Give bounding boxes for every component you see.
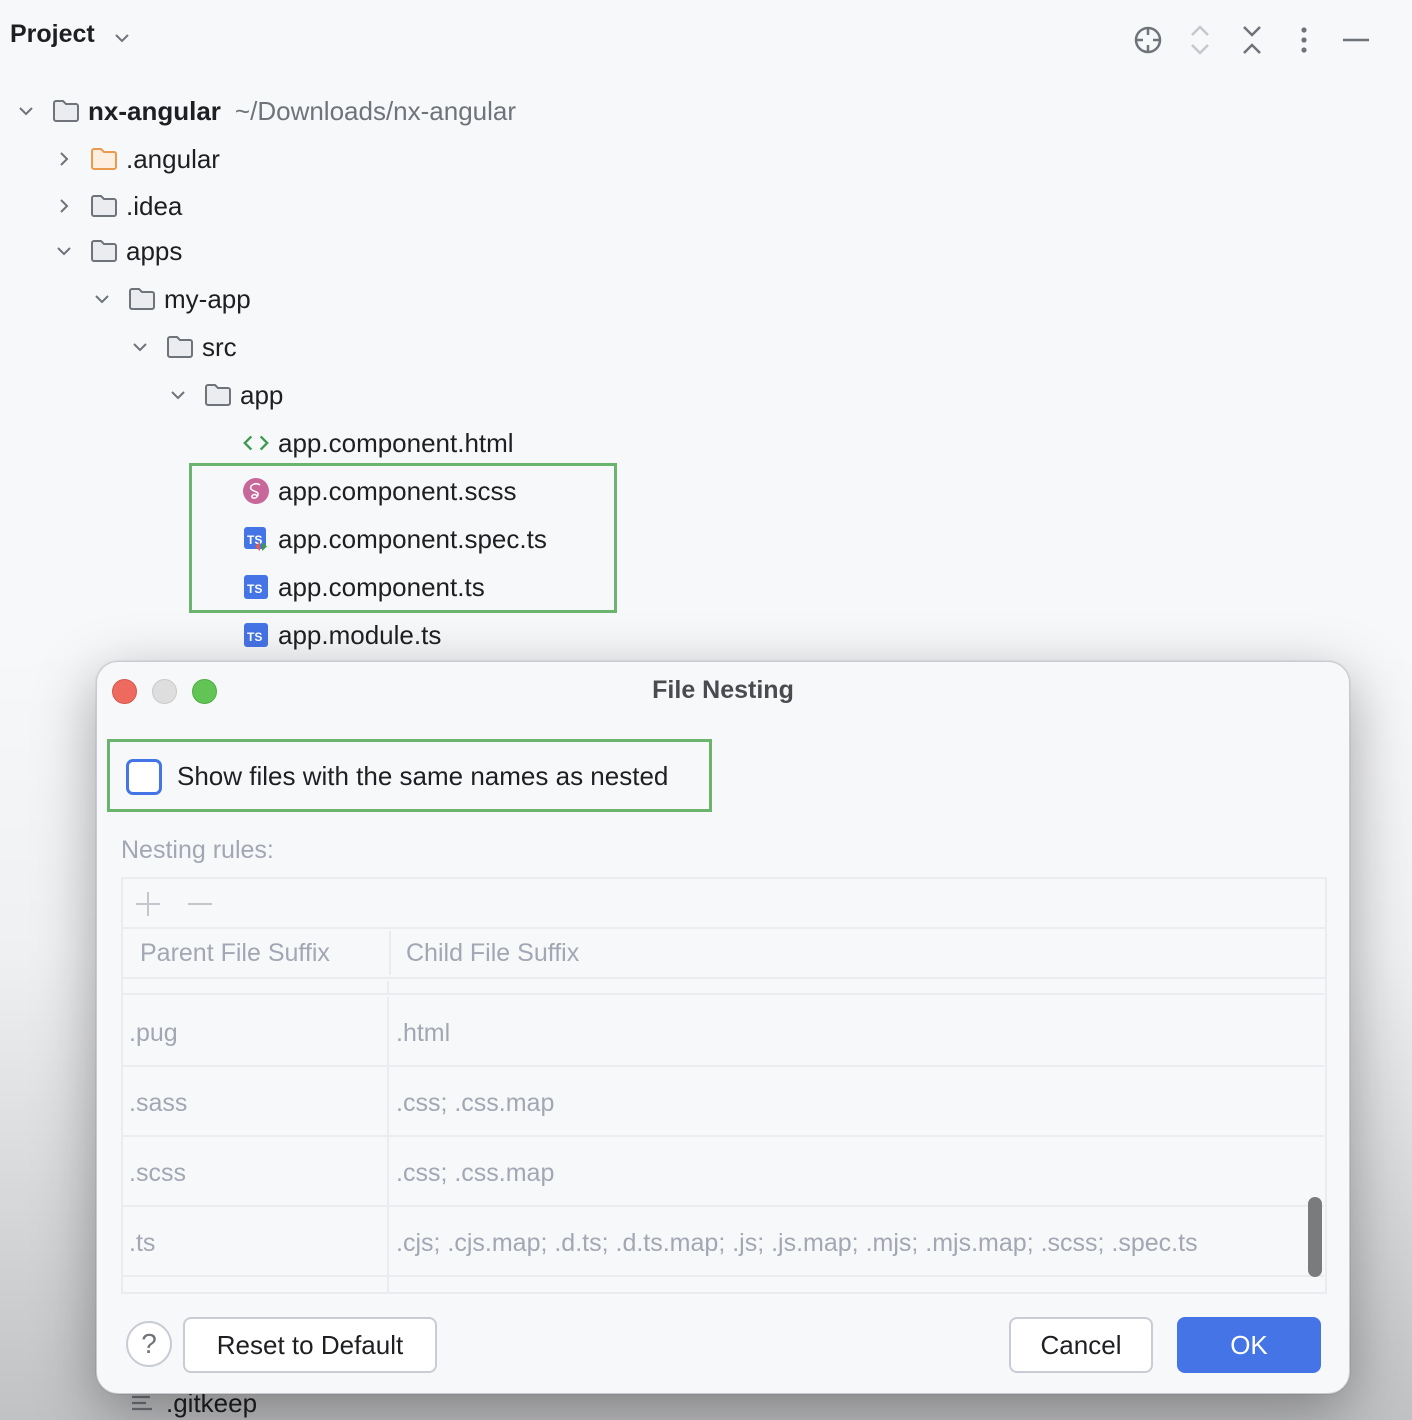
child-suffix-cell: .html [396, 1019, 450, 1048]
tree-item-app[interactable]: app [166, 372, 283, 418]
collapse-all-icon[interactable] [1234, 22, 1270, 58]
project-panel-header: Project [0, 0, 1412, 76]
tree-item-label: my-app [164, 284, 251, 315]
tree-item-label: .angular [126, 144, 220, 175]
expand-all-icon[interactable] [1182, 22, 1218, 58]
column-header-parent[interactable]: Parent File Suffix [140, 939, 330, 968]
table-toolbar [123, 879, 1325, 929]
help-button[interactable]: ? [126, 1321, 172, 1367]
column-separator [389, 931, 391, 975]
folder-icon [204, 381, 232, 409]
tree-item-label: nx-angular [88, 96, 221, 127]
chevron-down-icon[interactable] [112, 28, 132, 48]
parent-suffix-cell: .sass [129, 1089, 187, 1118]
chevron-down-icon[interactable] [90, 287, 114, 311]
tree-item-src[interactable]: src [128, 324, 237, 370]
table-row[interactable]: .sass .css; .css.map [123, 1067, 1324, 1137]
child-suffix-cell: .css; .css.map [396, 1089, 554, 1118]
folder-icon [90, 192, 118, 220]
tree-item-label: .idea [126, 191, 182, 222]
tree-item-angular[interactable]: .angular [52, 136, 220, 182]
table-row[interactable]: .ts .cjs; .cjs.map; .d.ts; .d.ts.map; .j… [123, 1207, 1324, 1277]
checkbox-label[interactable]: Show files with the same names as nested [177, 761, 668, 792]
cell-separator [387, 1067, 389, 1135]
tree-item-label: app.component.html [278, 428, 514, 459]
add-rule-button[interactable] [132, 888, 164, 920]
child-suffix-cell: .css; .css.map [396, 1159, 554, 1188]
parent-suffix-cell: .ts [129, 1229, 155, 1258]
svg-text:TS: TS [247, 630, 262, 644]
cancel-button[interactable]: Cancel [1009, 1317, 1153, 1373]
table-scrollbar[interactable] [1308, 1197, 1322, 1277]
cell-separator [387, 981, 389, 993]
tree-item-label: app [240, 380, 283, 411]
locate-icon[interactable] [1130, 22, 1166, 58]
nesting-rules-table: Parent File Suffix Child File Suffix .pu… [121, 877, 1327, 1294]
typescript-file-icon: TS [242, 621, 270, 649]
reset-to-default-button[interactable]: Reset to Default [183, 1317, 437, 1373]
tree-item-my-app[interactable]: my-app [90, 276, 251, 322]
tree-item-label: app.module.ts [278, 620, 441, 651]
html-file-icon [242, 429, 270, 457]
chevron-down-icon[interactable] [166, 383, 190, 407]
tree-item-idea[interactable]: .idea [52, 183, 182, 229]
nesting-rules-label: Nesting rules: [121, 836, 274, 865]
cell-separator [387, 1277, 389, 1294]
more-options-icon[interactable] [1286, 22, 1322, 58]
table-row[interactable]: .scss .css; .css.map [123, 1137, 1324, 1207]
table-body: .pug .html .sass .css; .css.map .scss .c… [123, 981, 1325, 1294]
child-suffix-cell: .cjs; .cjs.map; .d.ts; .d.ts.map; .js; .… [396, 1229, 1198, 1258]
tree-item-app-component-html[interactable]: app.component.html [242, 420, 514, 466]
cell-separator [387, 1137, 389, 1205]
tree-item-label: src [202, 332, 237, 363]
ok-button[interactable]: OK [1177, 1317, 1321, 1373]
excluded-folder-icon [90, 145, 118, 173]
dialog-title: File Nesting [97, 676, 1349, 705]
text-file-icon [130, 1393, 156, 1413]
chevron-right-icon[interactable] [52, 147, 76, 171]
parent-suffix-cell: .pug [129, 1019, 178, 1048]
table-header: Parent File Suffix Child File Suffix [123, 929, 1325, 979]
remove-rule-button[interactable] [184, 888, 216, 920]
column-header-child[interactable]: Child File Suffix [406, 939, 579, 968]
folder-icon [52, 97, 80, 125]
show-same-names-checkbox[interactable] [126, 759, 162, 795]
tree-item-root[interactable]: nx-angular ~/Downloads/nx-angular [14, 88, 516, 134]
folder-icon [166, 333, 194, 361]
cell-separator [387, 997, 389, 1065]
table-row-partial[interactable] [123, 981, 1324, 995]
parent-suffix-cell: .scss [129, 1159, 186, 1188]
panel-title[interactable]: Project [10, 20, 95, 49]
chevron-down-icon[interactable] [128, 335, 152, 359]
chevron-down-icon[interactable] [52, 239, 76, 263]
table-row-partial[interactable] [123, 1277, 1324, 1294]
table-row[interactable]: .pug .html [123, 997, 1324, 1067]
hide-panel-icon[interactable] [1338, 22, 1374, 58]
tree-item-label: apps [126, 236, 182, 267]
tree-item-path: ~/Downloads/nx-angular [235, 96, 516, 127]
tree-item-apps[interactable]: apps [52, 228, 182, 274]
nested-files-highlight [189, 463, 617, 613]
chevron-down-icon[interactable] [14, 99, 38, 123]
chevron-right-icon[interactable] [52, 194, 76, 218]
folder-icon [90, 237, 118, 265]
file-nesting-dialog: File Nesting Show files with the same na… [96, 661, 1350, 1394]
cell-separator [387, 1207, 389, 1275]
folder-icon [128, 285, 156, 313]
tree-item-app-module-ts[interactable]: TS app.module.ts [242, 612, 441, 658]
